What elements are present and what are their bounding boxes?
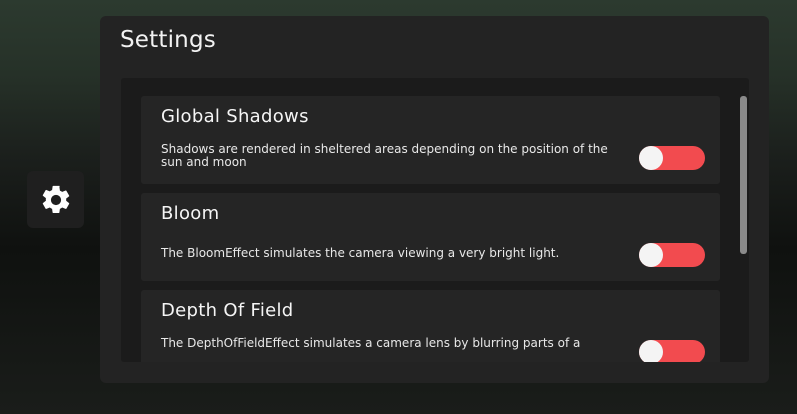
- global-shadows-toggle[interactable]: [639, 146, 705, 170]
- setting-card-depth-of-field: Depth Of Field The DepthOfFieldEffect si…: [141, 290, 720, 362]
- bloom-toggle[interactable]: [639, 243, 705, 267]
- gear-icon: [42, 185, 69, 213]
- setting-description: The DepthOfFieldEffect simulates a camer…: [161, 336, 581, 350]
- setting-description: Shadows are rendered in sheltered areas …: [161, 142, 608, 169]
- settings-panel: Settings Global Shadows Shadows are rend…: [100, 16, 769, 383]
- scrollbar[interactable]: [740, 96, 747, 254]
- toggle-knob: [639, 243, 663, 267]
- setting-description: The BloomEffect simulates the camera vie…: [161, 246, 560, 260]
- settings-gear-button[interactable]: [27, 171, 84, 228]
- settings-list: Global Shadows Shadows are rendered in s…: [121, 78, 749, 362]
- setting-title: Depth Of Field: [161, 300, 294, 321]
- setting-title: Bloom: [161, 203, 220, 224]
- toggle-knob: [639, 340, 663, 362]
- setting-card-bloom: Bloom The BloomEffect simulates the came…: [141, 193, 720, 281]
- toggle-knob: [639, 146, 663, 170]
- setting-title: Global Shadows: [161, 106, 309, 127]
- setting-card-global-shadows: Global Shadows Shadows are rendered in s…: [141, 96, 720, 184]
- depth-of-field-toggle[interactable]: [639, 340, 705, 362]
- panel-title: Settings: [120, 27, 216, 53]
